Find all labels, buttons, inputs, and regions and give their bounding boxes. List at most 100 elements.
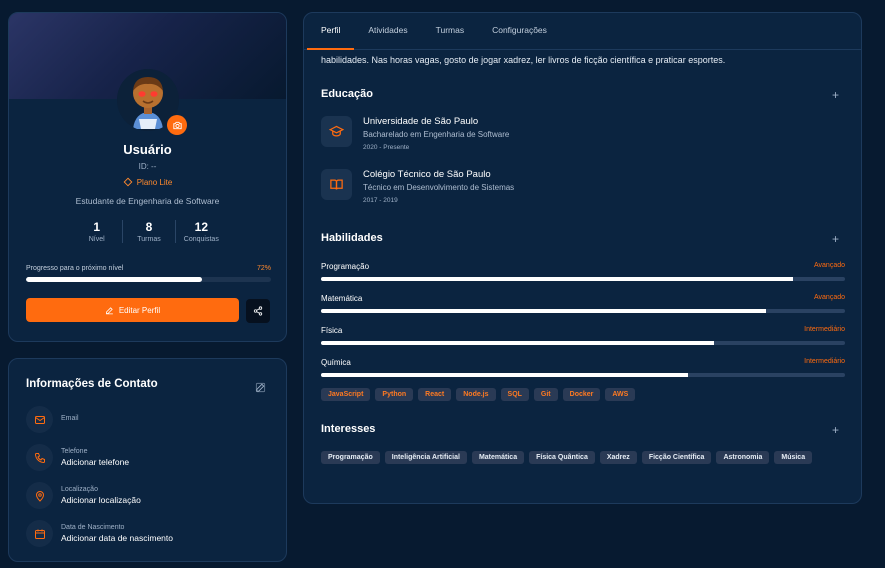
add-skill-button[interactable]: + — [832, 233, 839, 245]
stat-classes: 8 Turmas — [122, 220, 174, 243]
education-period: 2017 - 2019 — [363, 197, 398, 204]
add-location-link[interactable]: Adicionar localização — [61, 495, 141, 505]
stat-level: 1 Nível — [71, 220, 122, 243]
share-button[interactable] — [246, 299, 270, 323]
interest-tag: Música — [774, 451, 813, 464]
tech-tags: JavaScript Python React Node.js SQL Git Docker… — [321, 388, 851, 401]
contact-card: Informações de Contato Email Telefone Ad… — [8, 358, 287, 562]
calendar-icon — [26, 520, 53, 547]
education-course: Bacharelado em Engenharia de Software — [363, 130, 510, 139]
stat-label: Nível — [88, 236, 105, 243]
interest-tag: Programação — [321, 451, 380, 464]
skills-title: Habilidades — [321, 232, 383, 244]
avatar-wrap — [117, 69, 187, 135]
contact-label: Localização — [61, 486, 98, 493]
interest-tags: Programação Inteligência Artificial Matemá… — [321, 451, 851, 464]
skill-name: Física — [321, 326, 343, 335]
add-interest-button[interactable]: + — [832, 424, 839, 436]
tab-configuracoes[interactable]: Configurações — [478, 13, 561, 49]
stat-achievements: 12 Conquistas — [174, 220, 227, 243]
skill-item: Programação Avançado — [321, 262, 845, 281]
stat-label: Conquistas — [183, 236, 219, 243]
skill-tag: Node.js — [456, 388, 496, 401]
diamond-icon — [123, 177, 133, 187]
skill-level: Avançado — [813, 262, 845, 269]
skill-bar — [321, 373, 845, 377]
skill-level: Intermediário — [804, 326, 845, 333]
contact-label: Email — [61, 415, 79, 422]
phone-icon — [26, 444, 53, 471]
skill-bar — [321, 341, 845, 345]
edit-profile-button[interactable]: Editar Perfil — [26, 298, 239, 322]
stat-label: Turmas — [137, 236, 161, 243]
interest-tag: Ficção Científica — [641, 451, 712, 464]
skill-fill — [321, 373, 688, 377]
profile-card: Usuário ID: -- Plano Lite Estudante de E… — [8, 12, 287, 342]
skill-name: Programação — [321, 262, 370, 271]
mail-icon — [26, 406, 53, 433]
progress-bar — [26, 277, 271, 282]
plan-label: Plano Lite — [136, 177, 173, 187]
skill-item: Química Intermediário — [321, 358, 845, 377]
add-phone-link[interactable]: Adicionar telefone — [61, 457, 129, 467]
interest-tag: Matemática — [471, 451, 525, 464]
skill-tag: Docker — [562, 388, 601, 401]
add-education-button[interactable]: + — [832, 89, 839, 101]
skill-tag: React — [418, 388, 452, 401]
skill-tag: Git — [533, 388, 558, 401]
edit-contact-button[interactable] — [255, 380, 266, 398]
main-card: Perfil Atividades Turmas Configurações h… — [303, 12, 862, 504]
book-icon — [321, 169, 352, 200]
progress-header: Progresso para o próximo nível 72% — [26, 265, 271, 272]
tab-turmas[interactable]: Turmas — [422, 13, 479, 49]
skill-tag: AWS — [605, 388, 636, 401]
education-period: 2020 - Presente — [363, 144, 410, 151]
stat-value: 8 — [145, 220, 153, 234]
add-birthdate-link[interactable]: Adicionar data de nascimento — [61, 533, 173, 543]
profile-stats: 1 Nível 8 Turmas 12 Conquistas — [71, 220, 227, 243]
interest-tag: Física Quântica — [529, 451, 595, 464]
contact-phone: Telefone Adicionar telefone — [26, 444, 129, 471]
skill-level: Avançado — [813, 294, 845, 301]
skill-item: Física Intermediário — [321, 326, 845, 345]
skill-item: Matemática Avançado — [321, 294, 845, 313]
graduation-cap-icon — [321, 116, 352, 147]
share-icon — [253, 306, 263, 316]
interest-tag: Inteligência Artificial — [384, 451, 467, 464]
skill-fill — [321, 309, 767, 313]
skill-name: Matemática — [321, 294, 363, 303]
tab-perfil[interactable]: Perfil — [307, 13, 355, 50]
edit-icon — [255, 382, 266, 393]
change-photo-button[interactable] — [167, 115, 187, 135]
plan-badge: Plano Lite — [9, 177, 286, 187]
map-pin-icon — [26, 482, 53, 509]
interest-tag: Astronomia — [716, 451, 770, 464]
profile-name: Usuário — [123, 142, 172, 157]
skill-tag: JavaScript — [321, 388, 371, 401]
contact-title: Informações de Contato — [26, 378, 158, 390]
education-title: Educação — [321, 88, 373, 100]
education-item: Universidade de São Paulo Bacharelado em… — [321, 116, 509, 151]
edit-icon — [105, 306, 113, 314]
progress-percent: 72% — [256, 265, 271, 272]
skill-level: Intermediário — [804, 358, 845, 365]
education-item: Colégio Técnico de São Paulo Técnico em … — [321, 169, 514, 204]
tab-atividades[interactable]: Atividades — [354, 13, 421, 49]
contact-location: Localização Adicionar localização — [26, 482, 141, 509]
edit-profile-label: Editar Perfil — [118, 305, 161, 315]
contact-birthdate: Data de Nascimento Adicionar data de nas… — [26, 520, 173, 547]
about-text: habilidades. Nas horas vagas, gosto de j… — [321, 55, 726, 65]
interests-title: Interesses — [321, 423, 376, 435]
skill-fill — [321, 341, 714, 345]
plus-icon: + — [831, 88, 839, 102]
skill-tag: Python — [375, 388, 414, 401]
skill-name: Química — [321, 358, 351, 367]
education-institution: Universidade de São Paulo — [363, 116, 479, 127]
skill-fill — [321, 277, 793, 281]
progress-label: Progresso para o próximo nível — [26, 265, 124, 272]
contact-email: Email — [26, 406, 79, 433]
plus-icon: + — [831, 232, 839, 246]
skill-bar — [321, 309, 845, 313]
interest-tag: Xadrez — [599, 451, 637, 464]
skill-bar — [321, 277, 845, 281]
